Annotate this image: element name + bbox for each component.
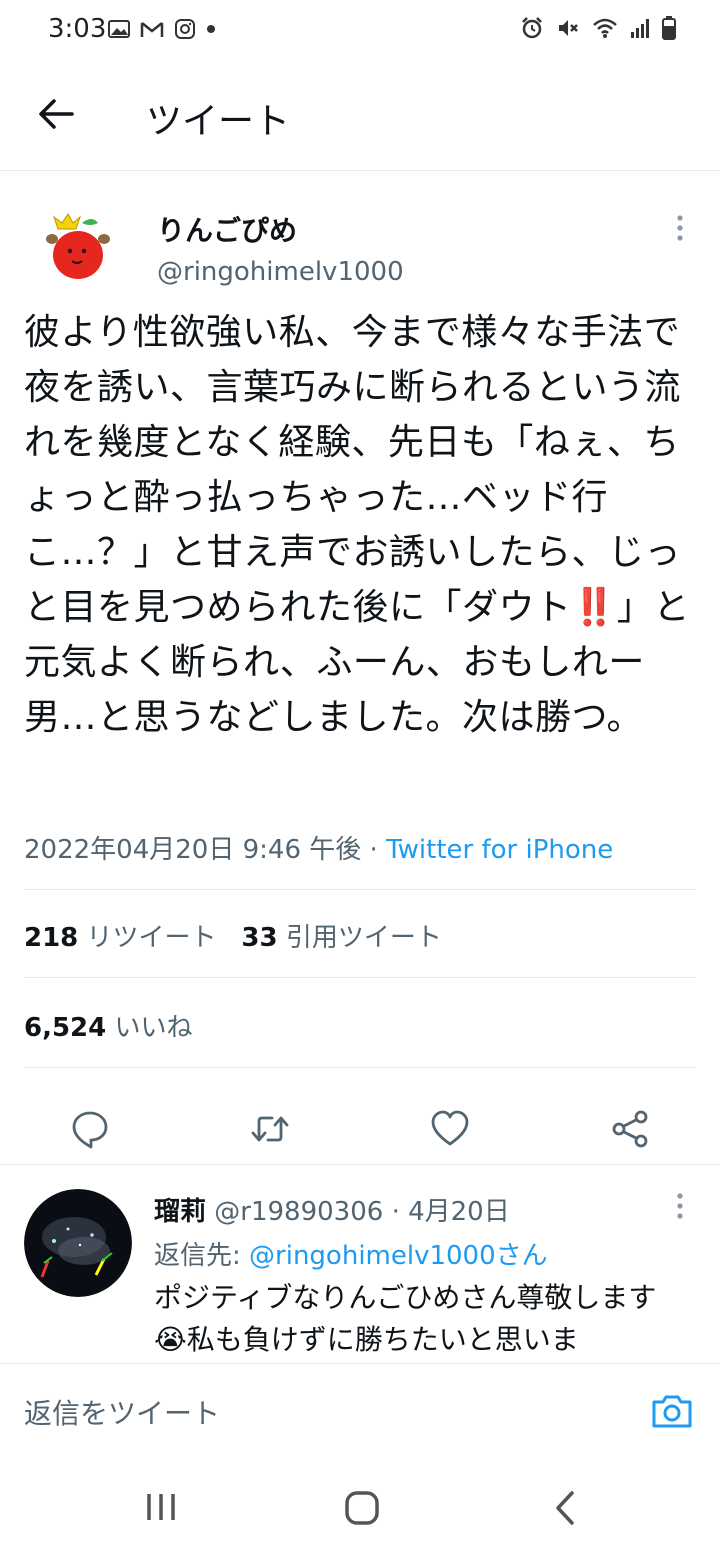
gmail-icon <box>140 22 164 37</box>
reply-to-handle[interactable]: @ringohimelv1000さん <box>249 1241 548 1271</box>
tweet-source-link[interactable]: Twitter for iPhone <box>386 835 613 865</box>
status-bar: 3:03 <box>0 0 720 60</box>
author-handle[interactable]: @ringohimelv1000 <box>157 257 404 287</box>
mute-icon <box>559 20 578 36</box>
dot-icon <box>207 25 215 33</box>
author-name[interactable]: りんごぴめ <box>157 209 297 249</box>
home-icon[interactable] <box>344 1490 380 1526</box>
retweet-stats: 218 リツイート 33 引用ツイート <box>24 917 442 954</box>
likes-link[interactable]: 6,524 いいね <box>24 1007 193 1044</box>
reply-input-placeholder[interactable]: 返信をツイート <box>24 1392 220 1432</box>
divider <box>24 1067 696 1068</box>
tweet-datetime: 2022年04月20日 9:46 午後 <box>24 835 362 865</box>
page-title: ツイート <box>146 101 291 142</box>
quotes-label: 引用ツイート <box>285 923 442 953</box>
reply-to-label: 返信先: <box>154 1241 250 1271</box>
alarm-icon <box>522 17 542 39</box>
retweets-count: 218 <box>24 923 79 953</box>
reply-more-options-icon[interactable] <box>668 1191 692 1221</box>
meta-separator: · <box>361 835 387 865</box>
retweets-link[interactable]: 218 リツイート <box>24 923 217 953</box>
wifi-icon <box>593 18 617 38</box>
reply-author-name[interactable]: 瑠莉 <box>154 1197 206 1227</box>
system-nav-bar <box>0 1454 720 1560</box>
camera-icon[interactable] <box>650 1392 694 1430</box>
reply-tweet[interactable]: 瑠莉 @r19890306 · 4月20日 返信先: @ringohimelv1… <box>0 1165 720 1365</box>
reply-icon[interactable] <box>70 1109 110 1149</box>
like-icon[interactable] <box>430 1109 470 1149</box>
back-nav-icon[interactable] <box>552 1490 578 1526</box>
app-bar: ツイート <box>0 60 720 171</box>
divider <box>24 977 696 978</box>
likes-label: いいね <box>114 1013 193 1043</box>
system-icons <box>520 16 676 40</box>
instagram-icon <box>175 19 195 39</box>
tweet-text: 彼より性欲強い私、今まで様々な手法で夜を誘い、言葉巧みに断られるという流れを幾度… <box>24 312 690 738</box>
retweets-label: リツイート <box>86 923 217 953</box>
reply-text: ポジティブなりんごひめさん尊敬します😭私も負けずに勝ちたいと思いま <box>154 1281 657 1356</box>
quotes-count: 33 <box>241 923 278 953</box>
reply-author-avatar[interactable] <box>24 1189 132 1297</box>
author-avatar[interactable] <box>40 211 120 291</box>
tweet-meta: 2022年04月20日 9:46 午後 · Twitter for iPhone <box>24 829 613 866</box>
recent-apps-icon[interactable] <box>144 1490 178 1524</box>
signal-icon <box>631 19 649 38</box>
reply-handle-date: @r19890306 · 4月20日 <box>214 1197 510 1227</box>
quotes-link[interactable]: 33 引用ツイート <box>241 923 441 953</box>
status-time: 3:03 <box>48 14 107 44</box>
back-arrow-icon[interactable] <box>36 94 76 134</box>
tweet-actions <box>0 1091 720 1163</box>
reply-header: 瑠莉 @r19890306 · 4月20日 <box>154 1191 510 1228</box>
reply-to-line: 返信先: @ringohimelv1000さん <box>154 1235 548 1272</box>
notification-icons <box>108 18 216 40</box>
battery-icon <box>662 16 676 40</box>
retweet-icon[interactable] <box>250 1109 290 1149</box>
divider <box>24 889 696 890</box>
reply-composer[interactable]: 返信をツイート <box>0 1363 720 1455</box>
likes-count: 6,524 <box>24 1013 107 1043</box>
more-options-icon[interactable] <box>668 213 692 243</box>
share-icon[interactable] <box>610 1109 650 1149</box>
gallery-icon <box>108 20 130 38</box>
